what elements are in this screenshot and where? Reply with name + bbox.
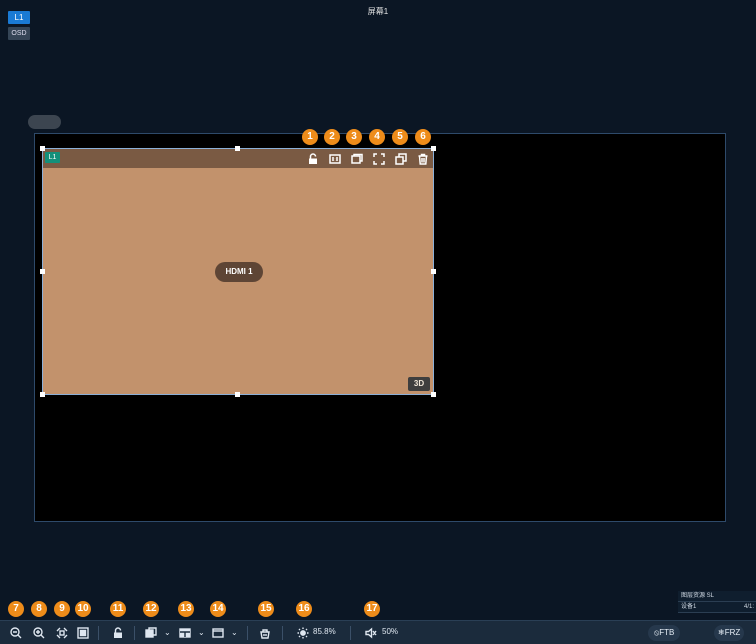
callout-13: 13 [178,601,194,617]
device-info-panel: 图层资源 SL 设备1 4/1: [678,591,756,617]
ftb-label: FTB [659,628,675,637]
resize-handle[interactable] [40,269,45,274]
toolbar-separator [134,626,135,640]
callout-4: 4 [369,129,385,145]
resize-handle[interactable] [235,146,240,151]
screen-name-pill[interactable] [28,115,61,129]
callout-16: 16 [296,601,312,617]
toolbar-separator [282,626,283,640]
clone-icon[interactable] [394,152,407,165]
callout-7: 7 [8,601,24,617]
brightness-icon[interactable] [296,626,310,640]
source-label: HDMI 1 [215,262,263,282]
layout-icon[interactable] [178,626,192,640]
callout-17: 17 [364,601,380,617]
toolbar-separator [247,626,248,640]
resize-handle[interactable] [431,146,436,151]
info-panel-title: 图层资源 SL [681,593,715,599]
layer-tab-osd[interactable]: OSD [8,27,30,40]
chevron-down-icon[interactable]: ⌄ [198,628,205,637]
layer-order-icon[interactable] [144,626,158,640]
unlock-icon[interactable] [306,152,319,165]
callout-12: 12 [143,601,159,617]
lock-icon[interactable] [111,626,125,640]
chevron-down-icon[interactable]: ⌄ [164,628,171,637]
volume-muted-icon[interactable] [364,626,378,640]
ratio-1to1-icon[interactable] [328,152,341,165]
bottom-toolbar: ⌄ ⌄ ⌄ 85.8% 50% ⦸FTB ❄FRZ [0,620,756,644]
callout-9: 9 [54,601,70,617]
callout-5: 5 [392,129,408,145]
source-window[interactable]: L1 HDMI 1 3D [42,148,434,395]
zoom-in-icon[interactable] [32,626,46,640]
window-icon[interactable] [211,626,225,640]
ftb-button[interactable]: ⦸FTB [648,625,681,641]
layers-icon[interactable] [350,152,363,165]
resize-handle[interactable] [431,392,436,397]
callout-2: 2 [324,129,340,145]
chevron-down-icon[interactable]: ⌄ [231,628,238,637]
callout-6: 6 [415,129,431,145]
layer-tab-l1[interactable]: L1 [8,11,30,24]
3d-badge[interactable]: 3D [408,377,430,391]
clear-icon[interactable] [258,626,272,640]
brightness-value: 85.8% [313,627,336,636]
volume-value: 50% [382,627,399,636]
fit-screen-icon[interactable] [55,626,69,640]
callout-3: 3 [346,129,362,145]
resize-handle[interactable] [40,146,45,151]
snowflake-icon: ❄ [718,628,725,637]
info-device-value: 4/1: [743,604,754,610]
zoom-out-icon[interactable] [9,626,23,640]
window-title-bar[interactable]: L1 [43,149,433,168]
frz-button[interactable]: ❄FRZ [714,625,745,641]
info-device-name: 设备1 [681,604,697,610]
callout-10: 10 [75,601,91,617]
toolbar-separator [98,626,99,640]
callout-1: 1 [302,129,318,145]
resize-handle[interactable] [235,392,240,397]
frz-label: FRZ [724,628,741,637]
resize-handle[interactable] [40,392,45,397]
callout-15: 15 [258,601,274,617]
toolbar-separator [350,626,351,640]
fullscreen-icon[interactable] [372,152,385,165]
delete-icon[interactable] [416,152,429,165]
actual-size-icon[interactable] [76,626,90,640]
callout-11: 11 [110,601,126,617]
screen-title: 屏幕1 [367,7,389,16]
callout-8: 8 [31,601,47,617]
window-layer-badge: L1 [45,152,60,163]
callout-14: 14 [210,601,226,617]
resize-handle[interactable] [431,269,436,274]
